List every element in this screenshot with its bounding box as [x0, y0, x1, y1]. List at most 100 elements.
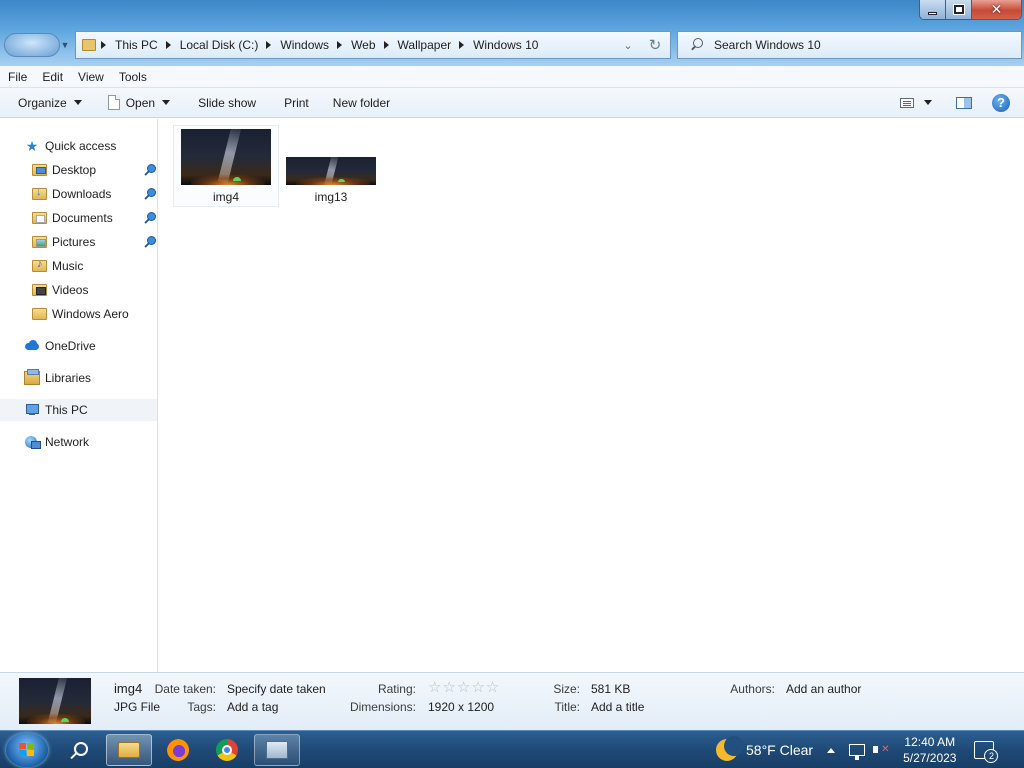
weather-text[interactable]: 58°F Clear	[746, 742, 813, 758]
print-button[interactable]: Print	[275, 88, 318, 117]
nav-label: Libraries	[45, 371, 92, 385]
breadcrumb-this-pc[interactable]: This PC	[115, 32, 180, 58]
breadcrumb-label: Windows 10	[473, 38, 539, 52]
search-input[interactable]: Search Windows 10	[677, 31, 1022, 59]
tags-label: Tags:	[187, 700, 216, 714]
chevron-down-icon[interactable]	[162, 100, 171, 105]
date-taken-label: Date taken:	[154, 682, 216, 696]
taskbar-control-panel[interactable]	[254, 734, 300, 766]
pin-icon[interactable]	[143, 164, 156, 176]
title-field[interactable]: Add a title	[591, 700, 644, 714]
libraries-icon	[24, 369, 40, 385]
open-button[interactable]: Open	[99, 88, 179, 117]
tags-field[interactable]: Add a tag	[227, 700, 278, 714]
breadcrumb-windows[interactable]: Windows	[280, 32, 351, 58]
minimize-button[interactable]	[920, 0, 947, 19]
file-tile-img4[interactable]: img4	[173, 125, 279, 207]
search-placeholder: Search Windows 10	[714, 38, 821, 52]
recent-locations-chevron-icon[interactable]: ▼	[60, 39, 70, 51]
image-thumbnail	[181, 129, 271, 185]
nav-label: OneDrive	[45, 339, 96, 353]
nav-videos[interactable]: Videos	[0, 279, 157, 301]
dimensions-label: Dimensions:	[349, 700, 416, 714]
volume-muted-icon[interactable]	[873, 743, 889, 757]
address-bar[interactable]: This PC Local Disk (C:) Windows Web Wall…	[75, 31, 671, 59]
refresh-icon[interactable]: ↻	[640, 36, 670, 54]
nav-label: Desktop	[52, 163, 97, 177]
preview-pane-icon[interactable]	[956, 96, 972, 109]
taskbar-chrome[interactable]	[205, 734, 249, 766]
change-view-icon[interactable]	[900, 97, 914, 108]
details-file-name: img4	[114, 681, 143, 696]
clock-date: 5/27/2023	[903, 751, 957, 765]
menu-edit[interactable]: Edit	[42, 70, 63, 84]
taskbar: 58°F Clear 12:40 AM 5/27/2023 2	[0, 730, 1024, 768]
nav-this-pc[interactable]: This PC	[0, 399, 157, 421]
back-forward-buttons[interactable]	[4, 33, 60, 57]
menu-tools[interactable]: Tools	[119, 70, 147, 84]
address-history-chevron-icon[interactable]: ⌄	[616, 39, 640, 52]
details-thumbnail	[19, 678, 91, 724]
breadcrumb-wallpaper[interactable]: Wallpaper	[398, 32, 474, 58]
breadcrumb-arrow-icon[interactable]	[266, 41, 272, 49]
date-taken-field[interactable]: Specify date taken	[227, 682, 326, 696]
nav-windows-aero[interactable]: Windows Aero	[0, 303, 157, 325]
pin-icon[interactable]	[143, 212, 156, 224]
start-button[interactable]	[6, 733, 48, 767]
videos-folder-icon	[32, 284, 47, 296]
clock[interactable]: 12:40 AM 5/27/2023	[903, 734, 956, 766]
nav-documents[interactable]: Documents	[0, 207, 157, 229]
breadcrumb-arrow-icon[interactable]	[383, 41, 389, 49]
breadcrumb-arrow-icon[interactable]	[459, 41, 465, 49]
authors-field[interactable]: Add an author	[786, 682, 861, 696]
nav-libraries[interactable]: Libraries	[0, 367, 157, 389]
nav-music[interactable]: Music	[0, 255, 157, 277]
breadcrumb-arrow-icon[interactable]	[165, 41, 171, 49]
slide-show-button[interactable]: Slide show	[189, 88, 265, 117]
organize-button[interactable]: Organize	[0, 88, 91, 117]
computer-icon	[24, 403, 40, 417]
moon-icon[interactable]	[716, 736, 744, 761]
nav-label: Videos	[52, 283, 89, 297]
star-icon: ★	[25, 138, 39, 154]
restore-button[interactable]	[946, 0, 972, 19]
breadcrumb-arrow-icon[interactable]	[337, 41, 343, 49]
clock-time: 12:40 AM	[904, 735, 956, 749]
chevron-down-icon	[73, 100, 82, 105]
nav-pictures[interactable]: Pictures	[0, 231, 157, 253]
new-folder-button[interactable]: New folder	[324, 88, 399, 117]
action-center-icon[interactable]: 2	[974, 741, 999, 763]
network-status-icon[interactable]	[849, 744, 866, 760]
breadcrumb-separator[interactable]	[99, 32, 115, 58]
nav-label: Downloads	[52, 187, 112, 201]
pin-icon[interactable]	[143, 188, 156, 200]
taskbar-search-button[interactable]	[56, 734, 100, 766]
file-name: img4	[212, 190, 239, 204]
help-icon[interactable]: ?	[992, 93, 1010, 112]
pin-icon[interactable]	[143, 236, 156, 248]
pictures-folder-icon	[32, 236, 47, 248]
taskbar-firefox[interactable]	[156, 734, 200, 766]
title-label: Title:	[554, 700, 580, 714]
nav-downloads[interactable]: Downloads	[0, 183, 157, 205]
breadcrumb-web[interactable]: Web	[351, 32, 397, 58]
menu-file[interactable]: File	[8, 70, 27, 84]
nav-network[interactable]: Network	[0, 431, 157, 453]
nav-desktop[interactable]: Desktop	[0, 159, 157, 181]
nav-quick-access[interactable]: ★ Quick access	[0, 135, 157, 157]
open-label: Open	[125, 95, 156, 110]
view-controls: ?	[900, 88, 1024, 117]
menu-view[interactable]: View	[78, 70, 104, 84]
documents-folder-icon	[32, 212, 47, 224]
nav-onedrive[interactable]: OneDrive	[0, 335, 157, 357]
view-options-chevron-icon[interactable]	[924, 100, 932, 105]
windows-logo-icon	[19, 743, 35, 757]
close-button[interactable]: ✕	[971, 0, 1021, 19]
file-tile-img13[interactable]: img13	[283, 125, 379, 207]
breadcrumb-local-disk[interactable]: Local Disk (C:)	[180, 32, 281, 58]
breadcrumb-windows-10[interactable]: Windows 10	[473, 32, 538, 58]
taskbar-file-explorer[interactable]	[106, 734, 152, 766]
rating-stars[interactable]: ☆☆☆☆☆	[428, 678, 500, 696]
show-hidden-icons-icon[interactable]	[827, 747, 836, 753]
document-icon	[107, 95, 120, 110]
